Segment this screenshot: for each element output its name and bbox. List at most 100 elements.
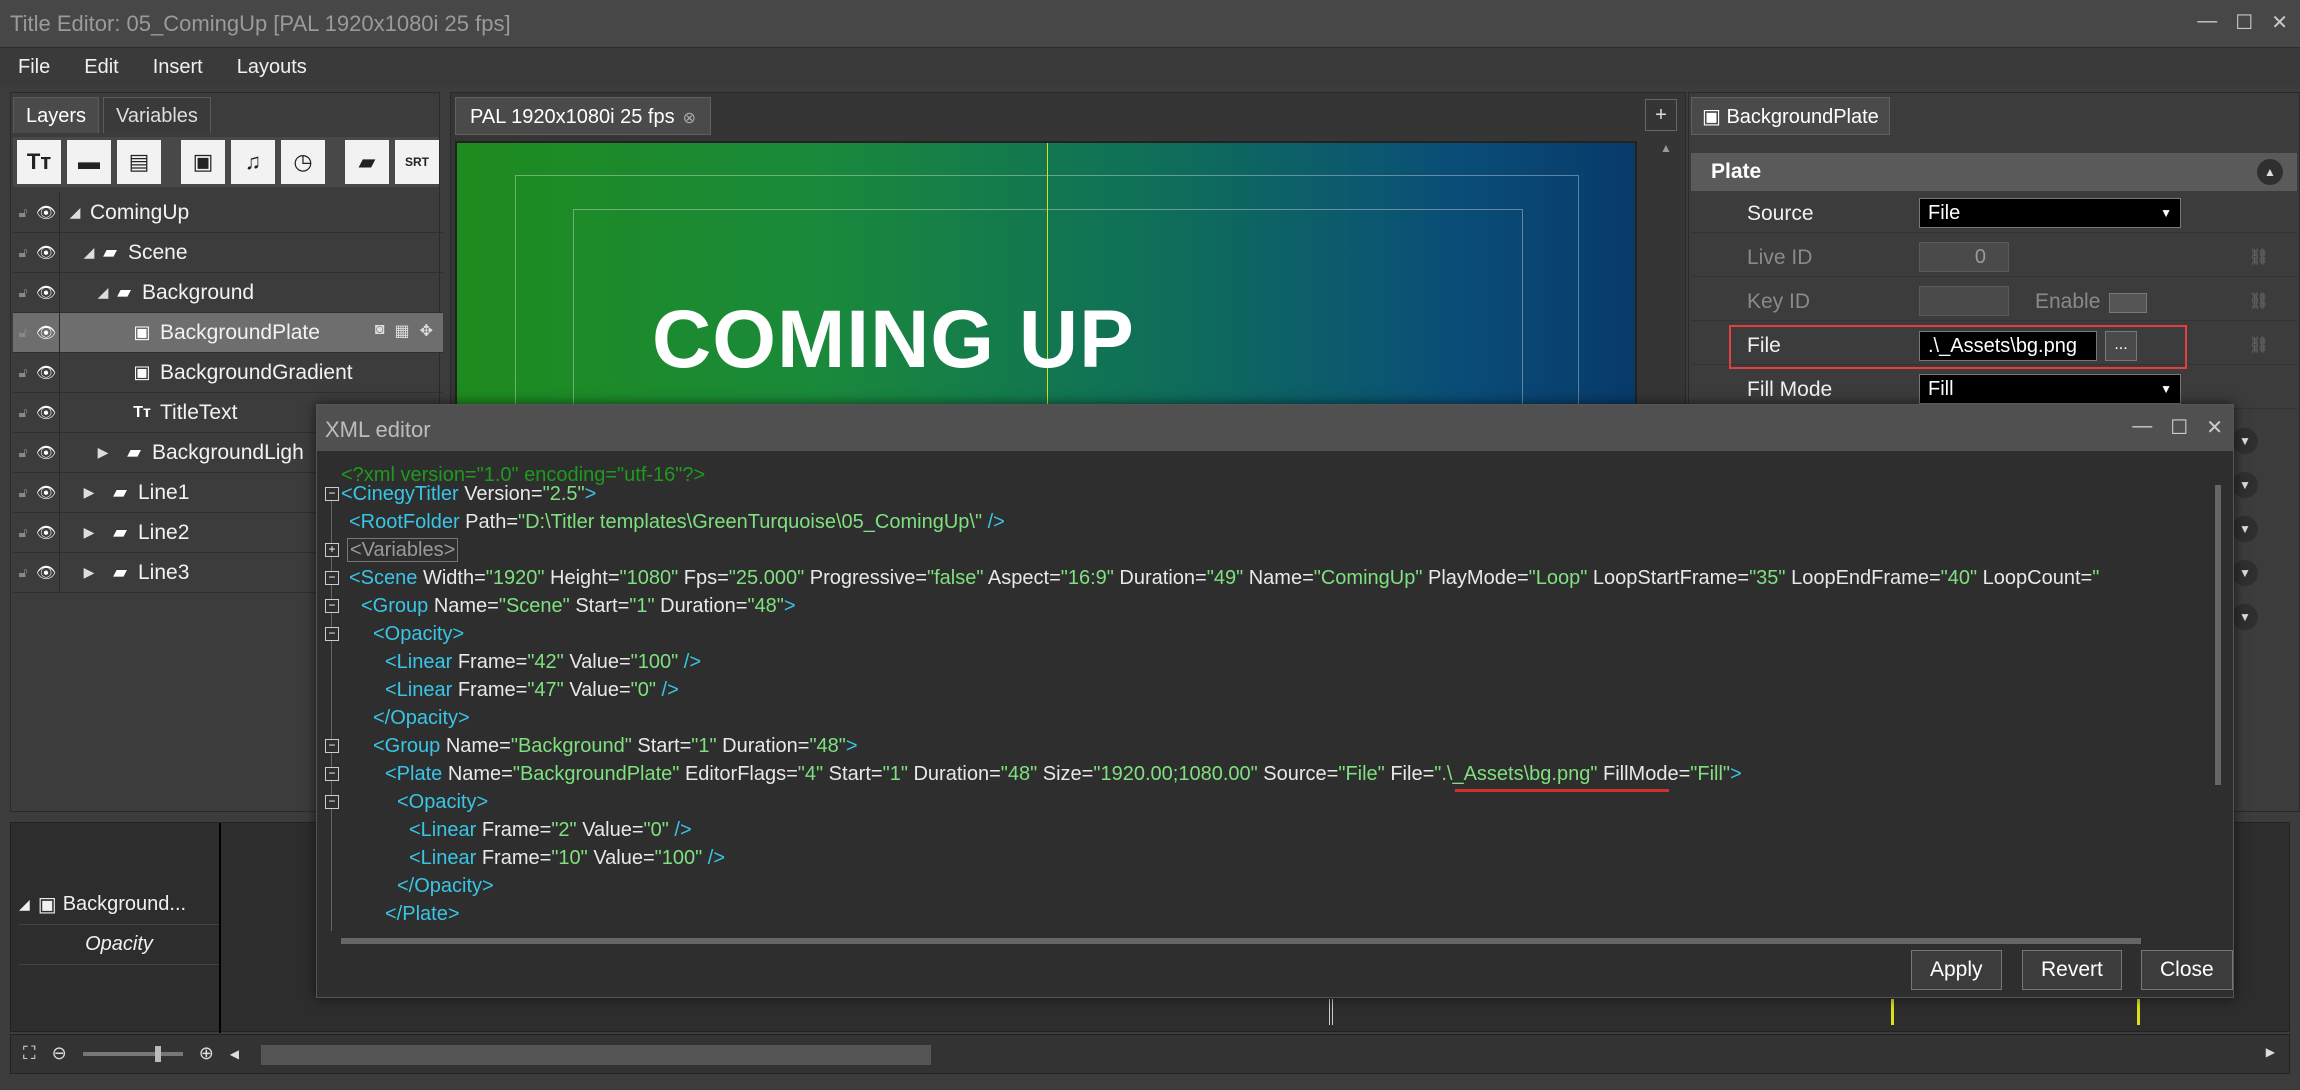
apply-button[interactable]: Apply [1911, 950, 2002, 990]
chevron-down-icon[interactable]: ▼ [2232, 472, 2258, 498]
collapse-icon[interactable]: − [325, 739, 339, 753]
lock-icon[interactable]: 🔓︎ [13, 284, 33, 301]
collapse-icon[interactable]: − [325, 571, 339, 585]
eye-icon[interactable]: 👁︎ [33, 243, 59, 263]
tree-item-comingup[interactable]: 🔓︎ 👁︎ ◢ ComingUp [13, 192, 443, 233]
lock-icon[interactable]: 🔓︎ [13, 244, 33, 261]
add-clock-icon[interactable]: ◷ [281, 140, 325, 184]
menu-file[interactable]: File [18, 56, 50, 79]
menu-layouts[interactable]: Layouts [237, 56, 307, 79]
tab-layers[interactable]: Layers [13, 97, 100, 133]
tree-item-scene[interactable]: 🔓︎ 👁︎ ◢ ▰ Scene [13, 232, 443, 273]
add-plate-icon[interactable]: ▬ [67, 140, 111, 184]
lock-icon[interactable]: 🔓︎ [13, 364, 33, 381]
eye-icon[interactable]: 👁︎ [33, 483, 59, 503]
minimize-icon[interactable]: — [2197, 10, 2217, 35]
maximize-icon[interactable]: ☐ [2170, 415, 2188, 440]
add-canvas-button[interactable]: + [1645, 99, 1677, 131]
lock-icon[interactable]: 🔓︎ [13, 564, 33, 581]
source-select[interactable]: File ▼ [1919, 198, 2181, 228]
close-button[interactable]: Close [2141, 950, 2233, 990]
collapse-icon[interactable]: − [325, 627, 339, 641]
preview-title-text[interactable]: COMING UP [652, 293, 1135, 387]
collapse-arrow-icon[interactable]: ◢ [19, 896, 30, 913]
zoom-in-icon[interactable]: ⊕ [199, 1043, 214, 1064]
lock-icon[interactable]: 🔓︎ [13, 204, 33, 221]
add-audio-icon[interactable]: ♫ [231, 140, 275, 184]
close-icon[interactable]: ✕ [2271, 10, 2288, 35]
tab-canvas[interactable]: PAL 1920x1080i 25 fps ⊗ [455, 97, 712, 135]
playhead[interactable] [1329, 999, 1333, 1025]
lock-icon[interactable]: 🔓︎ [13, 444, 33, 461]
menu-edit[interactable]: Edit [84, 56, 118, 79]
chevron-down-icon[interactable]: ▼ [2232, 428, 2258, 454]
browse-button[interactable]: ... [2105, 331, 2137, 361]
eye-icon[interactable]: 👁︎ [33, 563, 59, 583]
tree-item-background[interactable]: 🔓︎ 👁︎ ◢ ▰ Background [13, 272, 443, 313]
live-id-input[interactable]: 0 [1919, 242, 2009, 272]
close-tab-icon[interactable]: ⊗ [683, 110, 696, 127]
lock-icon[interactable]: 🔓︎ [13, 404, 33, 421]
add-text-icon[interactable]: Tт [17, 140, 61, 184]
eye-icon[interactable]: 👁︎ [33, 523, 59, 543]
link-icon[interactable]: ⛓ [2249, 335, 2269, 355]
chevron-down-icon[interactable]: ▼ [2232, 604, 2258, 630]
collapse-arrow-icon[interactable]: ◢ [66, 204, 84, 221]
mask-icon[interactable]: ◙ [375, 321, 385, 341]
collapse-icon[interactable]: − [325, 599, 339, 613]
collapse-icon[interactable]: − [325, 767, 339, 781]
collapse-arrow-icon[interactable]: ◢ [80, 244, 98, 261]
chevron-down-icon[interactable]: ▼ [2232, 560, 2258, 586]
link-icon[interactable]: ⛓ [2249, 247, 2269, 267]
tab-variables[interactable]: Variables [103, 97, 211, 133]
lock-icon[interactable]: 🔓︎ [13, 324, 33, 341]
eye-icon[interactable]: 👁︎ [33, 403, 59, 423]
expand-arrow-icon[interactable]: ▶ [80, 564, 98, 581]
expand-arrow-icon[interactable]: ▶ [80, 524, 98, 541]
tree-item-backgroundplate[interactable]: 🔓︎ 👁︎ ▣ BackgroundPlate ◙ ▦ ✥ [13, 312, 443, 353]
add-roll-icon[interactable]: ▤ [117, 140, 161, 184]
eye-icon[interactable]: 👁︎ [33, 203, 59, 223]
keyframe-marker[interactable] [1891, 999, 1894, 1025]
close-icon[interactable]: ✕ [2206, 415, 2223, 440]
add-image-icon[interactable]: ▣ [181, 140, 225, 184]
menu-insert[interactable]: Insert [153, 56, 203, 79]
xml-code-area[interactable]: <?xml version="1.0" encoding="utf-16"?> … [325, 461, 2205, 931]
expand-arrow-icon[interactable]: ▶ [80, 484, 98, 501]
key-id-input[interactable] [1919, 286, 2009, 316]
xml-horizontal-scrollbar[interactable] [331, 935, 2211, 947]
xml-vertical-scrollbar[interactable] [2213, 465, 2223, 935]
eye-icon[interactable]: 👁︎ [33, 283, 59, 303]
file-input[interactable]: .\_Assets\bg.png [1919, 331, 2097, 361]
fill-mode-select[interactable]: Fill ▼ [1919, 374, 2181, 404]
enable-toggle[interactable] [2109, 293, 2147, 313]
collapse-up-icon[interactable]: ▲ [2257, 159, 2283, 185]
add-srt-icon[interactable]: SRT [395, 140, 439, 184]
eye-icon[interactable]: 👁︎ [33, 443, 59, 463]
revert-button[interactable]: Revert [2022, 950, 2122, 990]
collapse-arrow-icon[interactable]: ◢ [94, 284, 112, 301]
tab-properties[interactable]: ▣ BackgroundPlate [1691, 97, 1890, 135]
expand-icon[interactable]: + [325, 543, 339, 557]
expand-arrow-icon[interactable]: ▶ [94, 444, 112, 461]
maximize-icon[interactable]: ☐ [2235, 10, 2253, 35]
minimize-icon[interactable]: — [2132, 415, 2152, 440]
move-icon[interactable]: ✥ [420, 321, 433, 341]
keyframe-marker[interactable] [2137, 999, 2140, 1025]
scroll-right-icon[interactable]: ▶ [2266, 1045, 2275, 1059]
timeline-track[interactable]: ◢ ▣ Background... [19, 885, 219, 925]
collapse-icon[interactable]: − [325, 795, 339, 809]
timeline-property[interactable]: Opacity [19, 925, 219, 965]
lock-icon[interactable]: 🔓︎ [13, 524, 33, 541]
link-icon[interactable]: ⛓ [2249, 291, 2269, 311]
eye-icon[interactable]: 👁︎ [33, 363, 59, 383]
gradient-icon[interactable]: ▦ [394, 321, 409, 341]
tree-item-backgroundgradient[interactable]: 🔓︎ 👁︎ ▣ BackgroundGradient [13, 352, 443, 393]
collapse-icon[interactable]: − [325, 487, 339, 501]
lock-icon[interactable]: 🔓︎ [13, 484, 33, 501]
scroll-left-icon[interactable]: ◀ [230, 1047, 239, 1061]
add-folder-icon[interactable]: ▰ [345, 140, 389, 184]
zoom-slider[interactable] [82, 1045, 183, 1062]
chevron-down-icon[interactable]: ▼ [2232, 516, 2258, 542]
plate-section-header[interactable]: Plate ▲ [1691, 153, 2297, 191]
